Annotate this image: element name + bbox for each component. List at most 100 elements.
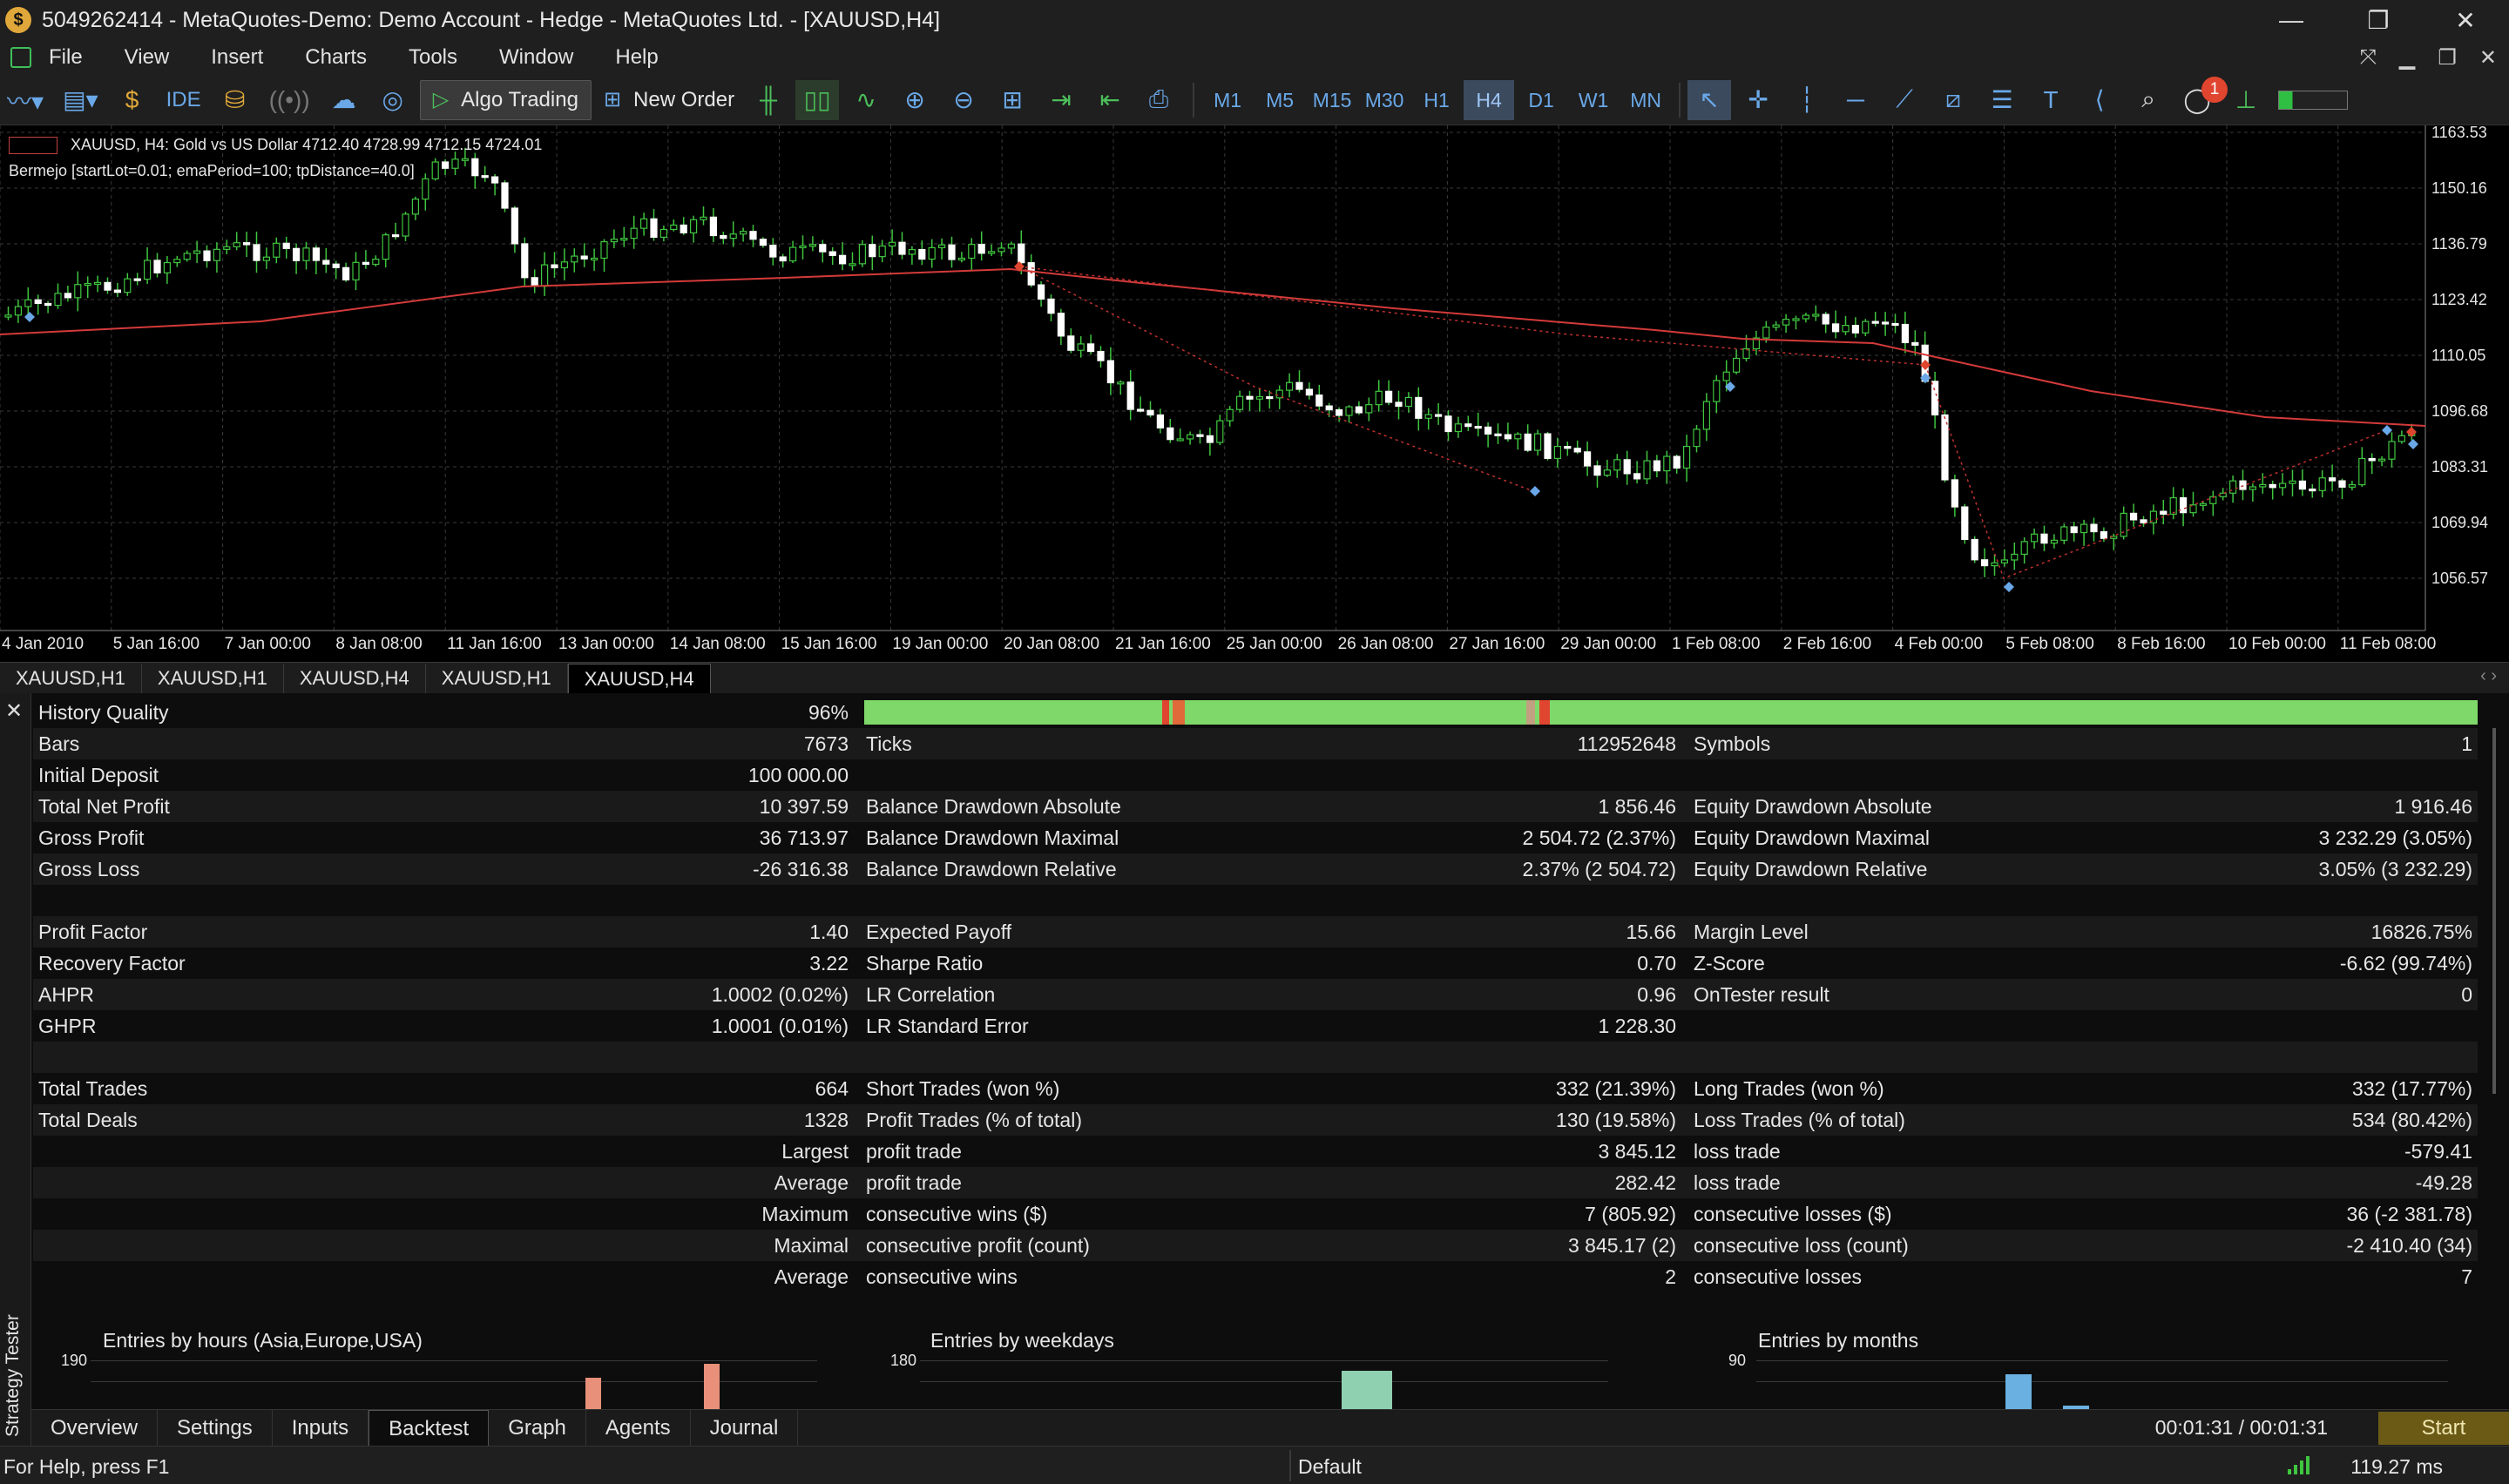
tab-backtest[interactable]: Backtest xyxy=(369,1409,490,1447)
market-bag-icon[interactable]: ⛁ xyxy=(213,80,257,120)
tab-overview[interactable]: Overview xyxy=(31,1409,159,1447)
candle-body xyxy=(1246,395,1254,400)
timeframe-w1[interactable]: W1 xyxy=(1568,80,1619,120)
zoom-in-icon[interactable]: ⊕ xyxy=(893,80,937,120)
zoom-out-icon[interactable]: ⊖ xyxy=(942,80,985,120)
candlestick-icon[interactable]: ▯▯ xyxy=(795,79,840,120)
cursor-icon[interactable]: ↖ xyxy=(1687,79,1732,120)
timeframe-m30[interactable]: M30 xyxy=(1359,80,1410,120)
algo-trading-button[interactable]: ▷ Algo Trading xyxy=(419,79,592,120)
chart-tab[interactable]: XAUUSD,H1 xyxy=(142,664,284,693)
candle-body xyxy=(213,248,220,261)
candle-body xyxy=(64,293,72,299)
menu-view[interactable]: View xyxy=(125,45,170,70)
candle-body xyxy=(193,250,201,254)
chart-tab[interactable]: XAUUSD,H4 xyxy=(284,664,426,693)
screenshot-icon[interactable]: ⎙ xyxy=(1137,80,1180,120)
new-order-button[interactable]: ⊞ New Order xyxy=(592,80,747,120)
bar-chart-icon[interactable]: ╫ xyxy=(747,80,790,120)
stat-label: loss trade xyxy=(1694,1171,1781,1194)
arrows-icon[interactable]: ⟨ xyxy=(2078,80,2121,120)
stat-value: 112952648 xyxy=(1577,732,1676,755)
timeframe-m5[interactable]: M5 xyxy=(1254,80,1305,120)
timeframe-h4[interactable]: H4 xyxy=(1464,79,1515,120)
tab-agents[interactable]: Agents xyxy=(586,1409,691,1447)
symbol-line: XAUUSD, H4: Gold vs US Dollar 4712.40 47… xyxy=(71,136,543,153)
timeframe-h1[interactable]: H1 xyxy=(1411,80,1462,120)
tab-graph[interactable]: Graph xyxy=(489,1409,586,1447)
horizontal-line-icon[interactable]: ─ xyxy=(1834,80,1877,120)
menu-insert[interactable]: Insert xyxy=(211,45,263,70)
vertical-line-icon[interactable]: ┆ xyxy=(1785,80,1829,120)
timeframe-mn[interactable]: MN xyxy=(1620,80,1671,120)
tab-settings[interactable]: Settings xyxy=(158,1409,273,1447)
notifications-icon[interactable]: ◯ 1 xyxy=(2175,76,2228,120)
price-tick-label: 1096.68 xyxy=(2431,402,2489,420)
chart-tab[interactable]: XAUUSD,H1 xyxy=(0,664,142,693)
minimize-button[interactable]: — xyxy=(2248,0,2335,40)
pin-icon[interactable]: ⤧ xyxy=(2360,45,2377,71)
ide-button[interactable]: IDE xyxy=(159,80,208,120)
time-tick-label: 27 Jan 16:00 xyxy=(1449,635,1545,653)
candle-body xyxy=(1057,313,1065,337)
timeframe-d1[interactable]: D1 xyxy=(1516,80,1566,120)
menu-window[interactable]: Window xyxy=(499,45,573,70)
trendline-icon[interactable]: ⟋ xyxy=(1883,80,1926,120)
restore-icon[interactable]: ❐ xyxy=(2438,45,2457,71)
close-button[interactable]: ✕ xyxy=(2422,0,2509,40)
price-tick-label: 1150.16 xyxy=(2431,179,2487,197)
crosshair-icon[interactable]: ✛ xyxy=(1736,80,1780,120)
candle-body xyxy=(1772,324,1780,328)
menu-file[interactable]: File xyxy=(49,45,83,70)
tab-scroll-arrows-icon[interactable]: ‹ › xyxy=(2480,666,2497,686)
candle-body xyxy=(1693,428,1701,448)
chart-tab-active[interactable]: XAUUSD,H4 xyxy=(567,664,711,693)
menu-help[interactable]: Help xyxy=(615,45,658,70)
objects-icon[interactable]: ⧄ xyxy=(1931,80,1975,120)
chart-menu-icon[interactable] xyxy=(10,47,31,68)
autoscroll-icon[interactable]: ⇥ xyxy=(1039,80,1083,120)
stat-label: Initial Deposit xyxy=(38,764,159,786)
text-icon[interactable]: T xyxy=(2029,80,2073,120)
search-icon[interactable]: ⌕ xyxy=(2127,80,2170,120)
close-panel-icon[interactable]: ✕ xyxy=(5,698,23,724)
candle-body xyxy=(1018,243,1025,264)
candle-body xyxy=(1415,396,1423,419)
minimize-icon[interactable]: ▁ xyxy=(2399,45,2415,71)
start-button[interactable]: Start xyxy=(2378,1412,2509,1445)
signals-icon[interactable]: ((•)) xyxy=(262,80,317,120)
tile-windows-icon[interactable]: ⊞ xyxy=(991,80,1034,120)
candle-body xyxy=(471,158,479,177)
cloud-icon[interactable]: ☁ xyxy=(322,80,366,120)
profile-name[interactable]: Default xyxy=(1298,1455,1362,1479)
stat-label: loss trade xyxy=(1694,1140,1781,1163)
candle-body xyxy=(1991,562,1998,567)
timeframe-m15[interactable]: M15 xyxy=(1307,80,1357,120)
tab-journal[interactable]: Journal xyxy=(691,1409,799,1447)
strategy-tester-title: Strategy Tester xyxy=(3,1314,23,1437)
menu-charts[interactable]: Charts xyxy=(305,45,367,70)
stat-value: 3.05% (3 232.29) xyxy=(2318,858,2472,880)
restore-button[interactable]: ❐ xyxy=(2335,0,2422,40)
templates-icon[interactable]: ▤▾ xyxy=(56,80,105,120)
vps-globe-icon[interactable]: ◎ xyxy=(371,80,415,120)
dollar-icon[interactable]: $ xyxy=(111,80,154,120)
price-chart[interactable]: XAUUSD, H4: Gold vs US Dollar 4712.40 47… xyxy=(0,124,2509,662)
chart-menu-icons[interactable] xyxy=(9,137,57,155)
candle-body xyxy=(183,253,191,260)
tester-scrollbar[interactable] xyxy=(2486,728,2502,1338)
tab-inputs[interactable]: Inputs xyxy=(273,1409,369,1447)
chart-tab[interactable]: XAUUSD,H1 xyxy=(426,664,568,693)
candle-body xyxy=(1355,406,1363,414)
stat-label: History Quality xyxy=(38,701,169,724)
close-icon[interactable]: ✕ xyxy=(2479,45,2497,71)
chart-shift-icon[interactable]: ⇤ xyxy=(1088,80,1132,120)
chart-type-icon[interactable]: 〰▾ xyxy=(0,80,51,120)
line-chart-icon[interactable]: ∿ xyxy=(844,80,888,120)
menu-tools[interactable]: Tools xyxy=(409,45,457,70)
fibonacci-icon[interactable]: ☰ xyxy=(1980,80,2024,120)
timeframe-m1[interactable]: M1 xyxy=(1202,80,1253,120)
candle-body xyxy=(93,281,102,285)
stat-row: Average consecutive wins 2 consecutive loss… xyxy=(33,1261,2478,1292)
candle-body xyxy=(1981,559,1989,567)
